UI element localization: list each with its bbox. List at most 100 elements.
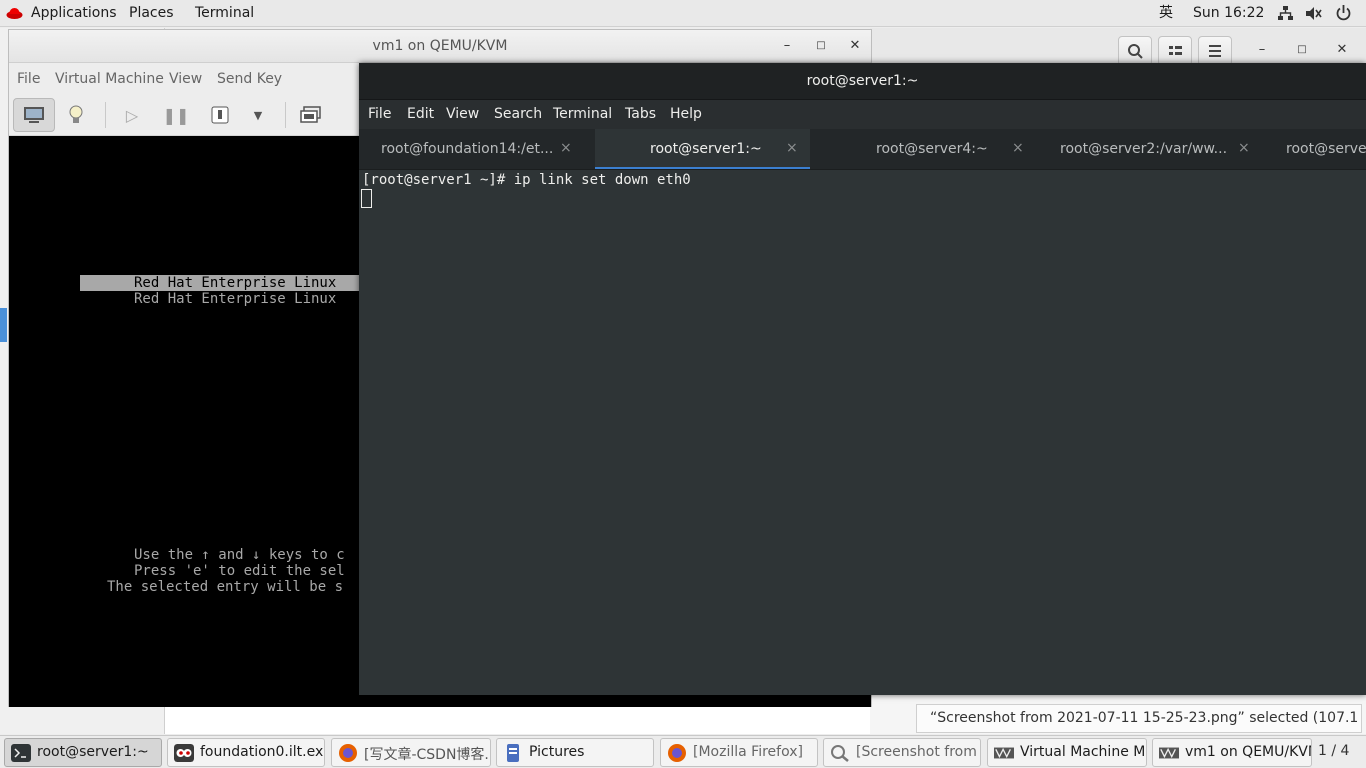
- clock[interactable]: Sun 16:22: [1193, 0, 1264, 27]
- boot-entry[interactable]: Red Hat Enterprise Linux: [134, 291, 336, 307]
- terminal-output[interactable]: [root@server1 ~]# ip link set down eth0: [359, 170, 1366, 695]
- search-button[interactable]: [1118, 36, 1152, 66]
- tab-label: root@serve: [1286, 141, 1366, 157]
- run-icon: ▷: [125, 105, 139, 125]
- terminal-tab[interactable]: root@server2:/var/ww... ×: [1039, 129, 1259, 169]
- taskbar-item-label: [Mozilla Firefox]: [693, 744, 803, 760]
- terminal-tab-active[interactable]: root@server1:~ ×: [595, 129, 810, 169]
- applications-menu[interactable]: Applications: [31, 0, 117, 27]
- input-method-indicator[interactable]: 英: [1159, 0, 1173, 27]
- run-button[interactable]: ▷: [111, 98, 153, 132]
- file-manager-content: [165, 706, 915, 734]
- terminal-window-title: root@server1:~: [806, 73, 919, 89]
- taskbar-item-label: [写文章-CSDN博客...: [364, 747, 491, 763]
- files-icon: [507, 744, 519, 762]
- taskbar-item-label: foundation0.ilt.exa...: [200, 744, 324, 760]
- taskbar-item-label: Virtual Machine Ma...: [1020, 744, 1146, 760]
- taskbar-item-vm1[interactable]: vm1 on QEMU/KVM: [1152, 738, 1312, 767]
- firefox-icon: [668, 744, 686, 762]
- window-list: root@server1:~ foundation0.ilt.exa... [写…: [0, 735, 1366, 768]
- list-view-icon: [1169, 46, 1182, 55]
- taskbar-item-virt-manager[interactable]: Virtual Machine Ma...: [987, 738, 1147, 767]
- tab-label: root@server2:/var/ww...: [1060, 141, 1228, 157]
- close-icon[interactable]: ✕: [1332, 40, 1352, 60]
- vm-titlebar: vm1 on QEMU/KVM – □ ✕: [9, 30, 871, 63]
- volume-icon[interactable]: [1305, 5, 1323, 22]
- terminal-menu-help[interactable]: Help: [670, 106, 702, 122]
- taskbar-item-pictures[interactable]: Pictures: [496, 738, 654, 767]
- pause-icon: ❚❚: [162, 105, 190, 125]
- sidebar-selection-marker: [0, 308, 7, 342]
- terminal-menu-edit[interactable]: Edit: [407, 106, 434, 122]
- boot-entry-selected[interactable]: Red Hat Enterprise Linux: [80, 275, 370, 291]
- selection-status: “Screenshot from 2021-07-11 15-25-23.png…: [916, 704, 1362, 753]
- details-lightbulb-icon: [69, 105, 83, 123]
- vm-menu-virtual-machine[interactable]: Virtual Machine: [55, 71, 164, 87]
- text-cursor: [361, 189, 372, 208]
- tab-label: root@server4:~: [876, 141, 988, 157]
- terminal-menubar: File Edit View Search Terminal Tabs Help: [359, 100, 1366, 129]
- terminal-tab[interactable]: root@server4:~ ×: [821, 129, 1031, 169]
- taskbar-item-label: Pictures: [529, 744, 585, 760]
- search-icon: [1128, 44, 1143, 59]
- maximize-icon[interactable]: □: [1292, 40, 1312, 60]
- redhat-logo-icon[interactable]: [6, 6, 23, 20]
- taskbar-item-terminal[interactable]: root@server1:~: [4, 738, 162, 767]
- taskbar-item-label: [Screenshot from ...: [856, 744, 981, 760]
- taskbar-item-label: vm1 on QEMU/KVM: [1185, 744, 1312, 760]
- taskbar-item-foundation[interactable]: foundation0.ilt.exa...: [167, 738, 325, 767]
- pause-button[interactable]: ❚❚: [155, 98, 197, 132]
- terminal-app-menu[interactable]: Terminal: [195, 0, 254, 27]
- view-toggle-button[interactable]: [1158, 36, 1192, 66]
- virt-manager-icon: [994, 747, 1014, 759]
- toolbar-separator: [105, 102, 106, 128]
- network-icon[interactable]: [1277, 5, 1294, 22]
- snapshot-button[interactable]: [290, 98, 332, 132]
- tab-close-icon[interactable]: ×: [1238, 140, 1250, 156]
- tab-label: root@foundation14:/et...: [381, 141, 554, 157]
- tab-close-icon[interactable]: ×: [1012, 140, 1024, 156]
- menu-button[interactable]: [1198, 36, 1232, 66]
- close-icon[interactable]: ✕: [845, 36, 865, 56]
- power-icon[interactable]: [1335, 4, 1352, 22]
- terminal-menu-view[interactable]: View: [446, 106, 479, 122]
- terminal-menu-search[interactable]: Search: [494, 106, 542, 122]
- tab-close-icon[interactable]: ×: [786, 140, 798, 156]
- image-viewer-icon: [831, 745, 849, 762]
- terminal-tab[interactable]: root@serve: [1265, 129, 1366, 169]
- terminal-tab[interactable]: root@foundation14:/et... ×: [359, 129, 583, 169]
- console-icon: [24, 107, 44, 123]
- terminal-menu-tabs[interactable]: Tabs: [625, 106, 656, 122]
- vm-menu-view[interactable]: View: [169, 71, 202, 87]
- grub-help-line: The selected entry will be s: [107, 579, 344, 595]
- terminal-menu-terminal[interactable]: Terminal: [553, 106, 612, 122]
- grub-help-line: Press 'e' to edit the sel: [134, 563, 345, 579]
- vm-menu-file[interactable]: File: [17, 71, 40, 87]
- taskbar-item-label: root@server1:~: [37, 744, 149, 760]
- command-line: [root@server1 ~]# ip link set down eth0: [362, 172, 691, 188]
- maximize-icon[interactable]: □: [811, 36, 831, 56]
- toolbar-separator: [285, 102, 286, 128]
- vm-icon: [1159, 747, 1179, 759]
- eyes-icon: [174, 744, 194, 762]
- places-menu[interactable]: Places: [129, 0, 174, 27]
- details-button[interactable]: [55, 98, 97, 132]
- taskbar-item-firefox[interactable]: [Mozilla Firefox]: [660, 738, 818, 767]
- shutdown-button[interactable]: [199, 98, 241, 132]
- firefox-icon: [339, 744, 357, 762]
- minimize-icon[interactable]: –: [777, 36, 797, 56]
- console-button[interactable]: [13, 98, 55, 132]
- workspace-pager[interactable]: 1 / 4: [1318, 743, 1349, 759]
- shutdown-dropdown[interactable]: ▼: [237, 98, 279, 132]
- minimize-icon[interactable]: –: [1252, 40, 1272, 60]
- shutdown-icon: [211, 106, 229, 124]
- taskbar-item-screenshot[interactable]: [Screenshot from ...: [823, 738, 981, 767]
- hamburger-icon: [1209, 45, 1221, 57]
- tab-close-icon[interactable]: ×: [560, 140, 572, 156]
- terminal-tabbar: root@foundation14:/et... × root@server1:…: [359, 129, 1366, 170]
- terminal-menu-file[interactable]: File: [368, 106, 391, 122]
- vm-menu-send-key[interactable]: Send Key: [217, 71, 282, 87]
- top-panel: Applications Places Terminal 英 Sun 16:22: [0, 0, 1366, 27]
- terminal-icon: [11, 744, 31, 762]
- taskbar-item-csdn[interactable]: [写文章-CSDN博客...: [331, 738, 491, 767]
